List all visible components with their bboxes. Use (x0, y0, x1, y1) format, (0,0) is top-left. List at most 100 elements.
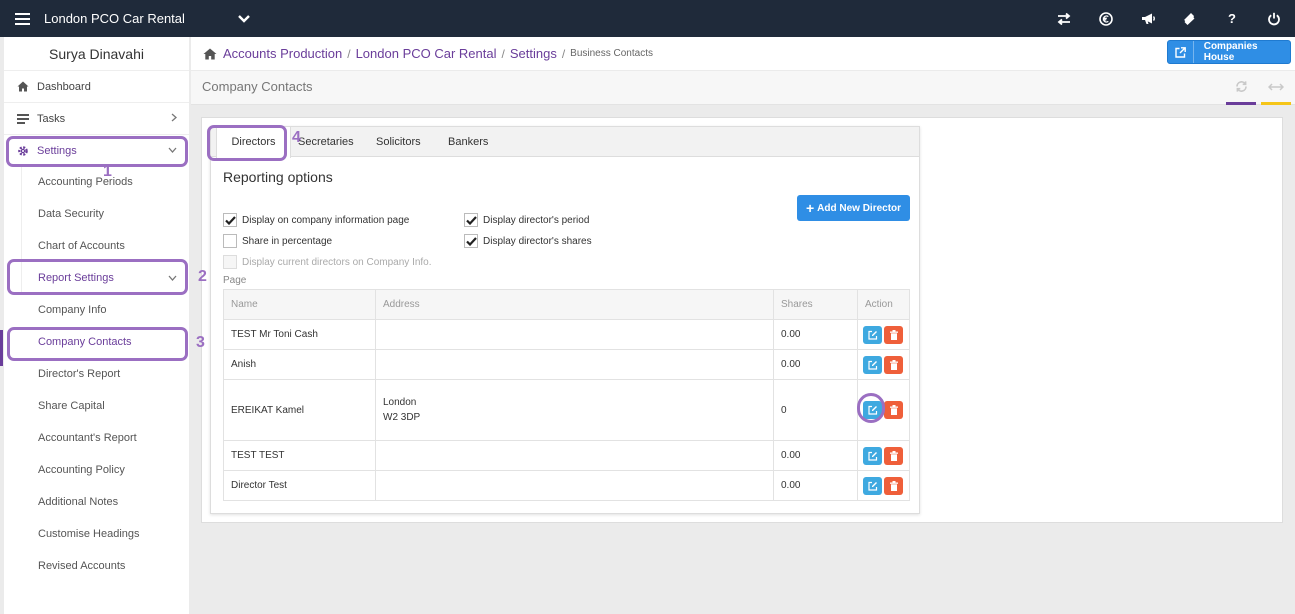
cell-name: TEST TEST (223, 440, 376, 471)
tab-solicitors[interactable]: Solicitors (376, 127, 421, 157)
table-row: TEST Mr Toni Cash 0.00 (223, 319, 910, 350)
cell-shares: 0.00 (773, 319, 858, 350)
sidebar-item-label: Share Capital (38, 400, 105, 412)
cell-actions (857, 319, 910, 350)
hamburger-menu-icon[interactable] (0, 0, 44, 37)
home-icon[interactable] (203, 48, 217, 60)
cell-name: TEST Mr Toni Cash (223, 319, 376, 350)
content-panel: Directors Secretaries Solicitors Bankers… (201, 117, 1283, 523)
sidebar-item-label: Settings (37, 144, 77, 157)
euro-currency-icon[interactable] (1085, 0, 1127, 37)
trash-icon[interactable] (884, 355, 903, 374)
cell-shares: 0.00 (773, 470, 858, 501)
sidebar-item-tasks[interactable]: Tasks (4, 102, 189, 134)
home-icon (17, 81, 37, 92)
page-header: Company Contacts (191, 71, 1295, 105)
cell-address (375, 440, 774, 471)
sidebar-item-label: Data Security (38, 208, 105, 220)
table-header-row: Name Address Shares Action (223, 289, 910, 320)
trash-icon[interactable] (884, 446, 903, 465)
active-item-marker (0, 330, 3, 366)
help-icon[interactable]: ? (1211, 0, 1253, 37)
power-logout-icon[interactable] (1253, 0, 1295, 37)
checkbox-label: Display director's period (483, 214, 590, 226)
external-link-icon (1168, 41, 1194, 63)
breadcrumb-company[interactable]: London PCO Car Rental (356, 46, 497, 61)
sidebar-item-report-settings[interactable]: Report Settings (4, 262, 189, 294)
sidebar-item-label: Chart of Accounts (38, 240, 125, 252)
cell-actions (857, 349, 910, 380)
cell-shares: 0 (773, 379, 858, 441)
checkmark-icon (464, 213, 478, 227)
sidebar-item-label: Company Info (38, 304, 107, 316)
sidebar-item-label: Company Contacts (38, 336, 132, 348)
sidebar-item-label: Director's Report (38, 368, 121, 380)
display-directors-shares-checkbox[interactable]: Display director's shares (464, 234, 592, 248)
sidebar-item-chart-of-accounts[interactable]: Chart of Accounts (4, 230, 189, 262)
trash-icon[interactable] (884, 325, 903, 344)
sidebar-item-label: Dashboard (37, 80, 91, 93)
sidebar-item-revised-accounts[interactable]: Revised Accounts (4, 550, 189, 582)
ticket-icon[interactable] (1169, 0, 1211, 37)
sidebar-item-directors-report[interactable]: Director's Report (4, 358, 189, 390)
cell-actions (857, 470, 910, 501)
sidebar-item-additional-notes[interactable]: Additional Notes (4, 486, 189, 518)
trash-icon[interactable] (884, 476, 903, 495)
sidebar-item-label: Revised Accounts (38, 560, 126, 572)
sidebar-item-data-security[interactable]: Data Security (4, 198, 189, 230)
edit-icon[interactable] (863, 355, 882, 374)
reporting-options-title: Reporting options (223, 169, 333, 185)
display-on-company-info-checkbox[interactable]: Display on company information page (223, 213, 409, 227)
sidebar-item-accountants-report[interactable]: Accountant's Report (4, 422, 189, 454)
gear-icon (17, 145, 37, 157)
edit-icon[interactable] (863, 446, 882, 465)
checkbox-label: Display on company information page (242, 214, 410, 226)
cell-shares: 0.00 (773, 349, 858, 380)
breadcrumb-settings[interactable]: Settings (510, 46, 557, 61)
sidebar-item-company-info[interactable]: Company Info (4, 294, 189, 326)
column-header-address: Address (375, 289, 774, 320)
sidebar-item-settings[interactable]: Settings (4, 134, 189, 166)
cell-address (375, 349, 774, 380)
refresh-icon[interactable] (1226, 71, 1256, 105)
contacts-card: Directors Secretaries Solicitors Bankers… (210, 126, 920, 514)
swap-arrows-icon[interactable] (1043, 0, 1085, 37)
cell-address (375, 470, 774, 501)
sidebar-item-label: Accounting Policy (38, 464, 125, 476)
plus-icon: + (805, 200, 815, 216)
sidebar-item-company-contacts[interactable]: Company Contacts (4, 326, 189, 358)
tab-secretaries[interactable]: Secretaries (298, 127, 354, 157)
chevron-down-icon (168, 272, 177, 284)
column-header-name: Name (223, 289, 376, 320)
edit-icon[interactable] (863, 325, 882, 344)
breadcrumb-accounts-production[interactable]: Accounts Production (223, 46, 342, 61)
sidebar-item-customise-headings[interactable]: Customise Headings (4, 518, 189, 550)
cell-address (375, 319, 774, 350)
breadcrumb-current: Business Contacts (570, 48, 653, 59)
breadcrumb: Accounts Production / London PCO Car Ren… (191, 37, 1295, 70)
cell-shares: 0.00 (773, 440, 858, 471)
display-directors-period-checkbox[interactable]: Display director's period (464, 213, 589, 227)
tab-bankers[interactable]: Bankers (448, 127, 488, 157)
display-current-directors-checkbox: Display current directors on Company Inf… (223, 255, 432, 269)
checkbox-label: Display director's shares (483, 235, 592, 247)
cell-actions (857, 379, 910, 441)
top-navbar: London PCO Car Rental ? (0, 0, 1295, 37)
megaphone-icon[interactable] (1127, 0, 1169, 37)
sidebar-item-dashboard[interactable]: Dashboard (4, 70, 189, 102)
sidebar-item-accounting-periods[interactable]: Accounting Periods (4, 166, 189, 198)
expand-horizontal-icon[interactable] (1261, 71, 1291, 105)
edit-icon[interactable] (863, 401, 882, 419)
company-switcher-chevron-icon[interactable] (234, 9, 254, 29)
share-in-percentage-checkbox[interactable]: Share in percentage (223, 234, 332, 248)
edit-icon[interactable] (863, 476, 882, 495)
cell-name: Director Test (223, 470, 376, 501)
trash-icon[interactable] (884, 401, 903, 419)
chevron-right-icon (171, 113, 177, 125)
companies-house-button[interactable]: Companies House (1167, 40, 1291, 64)
add-new-director-button[interactable]: + Add New Director (797, 195, 910, 221)
tab-directors[interactable]: Directors (216, 127, 291, 158)
sidebar-item-accounting-policy[interactable]: Accounting Policy (4, 454, 189, 486)
sidebar-item-share-capital[interactable]: Share Capital (4, 390, 189, 422)
checkmark-icon (223, 213, 237, 227)
